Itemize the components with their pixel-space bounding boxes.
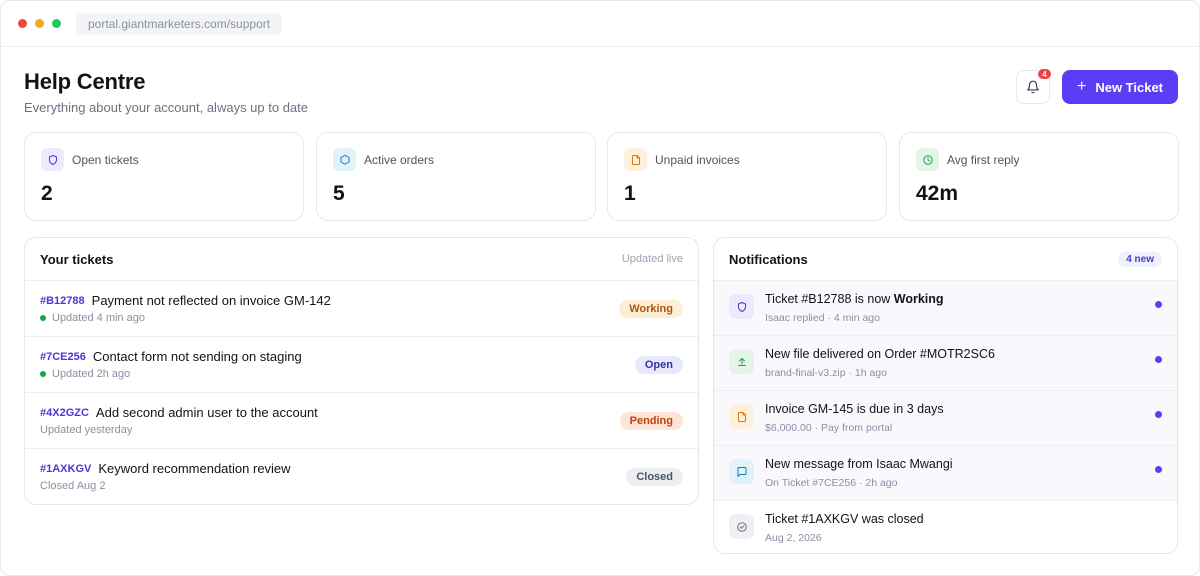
ticket-id[interactable]: #B12788 [40,295,85,307]
ticket-row[interactable]: #4X2GZC Add second admin user to the acco… [25,393,698,449]
ticket-id[interactable]: #1AXKGV [40,463,91,475]
page-header: Help Centre Everything about your accoun… [24,69,308,115]
shield-icon [729,294,754,319]
notification-title-text: Ticket #1AXKGV was closed [765,512,924,526]
notification-title: Ticket #B12788 is now Working [765,292,944,306]
notification-meta: On Ticket #7CE256 · 2h ago [765,477,898,489]
new-ticket-label: New Ticket [1095,79,1164,95]
tickets-live-status: Updated live [621,253,683,265]
new-ticket-button[interactable]: + New Ticket [1062,70,1178,104]
page-title: Help Centre [24,69,146,94]
stat-card: Active orders 5 [316,132,596,221]
box-icon [333,148,356,171]
message-icon [729,459,754,484]
tickets-panel-title: Your tickets [40,251,114,267]
unread-indicator-dot [1155,411,1162,418]
stat-value: 1 [624,182,636,205]
stat-value: 2 [41,182,53,205]
ticket-updated-time: Updated yesterday [40,424,133,436]
plus-icon: + [1076,78,1087,95]
notification-meta: $6,000.00 · Pay from portal [765,422,893,434]
ticket-row[interactable]: #B12788 Payment not reflected on invoice … [25,281,698,337]
address-bar[interactable]: portal.giantmarketers.com/support [76,12,283,35]
notification-item[interactable]: Ticket #1AXKGV was closed Aug 2, 2026 [714,501,1177,553]
ticket-id[interactable]: #7CE256 [40,351,86,363]
stat-card: Unpaid invoices 1 [607,132,887,221]
ticket-row[interactable]: #7CE256 Contact form not sending on stagi… [25,337,698,393]
check-circle-icon [729,514,754,539]
ticket-status-badge: Working [619,300,683,318]
notification-item[interactable]: Invoice GM-145 is due in 3 days $6,000.00… [714,391,1177,446]
unread-indicator-dot [1155,356,1162,363]
notification-count-badge: 4 [1037,68,1052,80]
shield-icon [41,148,64,171]
notification-title-text: New file delivered on Order #MOTR2SC6 [765,347,995,361]
page-subtitle: Everything about your account, always up… [24,100,309,115]
notification-title-text: New message from Isaac Mwangi [765,457,953,471]
tickets-panel-header: Your tickets Updated live [25,238,698,281]
maximize-window-button[interactable] [52,19,61,28]
ticket-updated-time: Closed Aug 2 [40,480,106,492]
browser-titlebar: portal.giantmarketers.com/support [1,1,1199,47]
clock-icon [916,148,939,171]
ticket-id[interactable]: #4X2GZC [40,407,89,419]
ticket-status-badge: Closed [626,468,683,486]
notification-title-text: Ticket #B12788 is now [765,292,894,306]
notification-meta: Isaac replied · 4 min ago [765,312,880,324]
notification-item[interactable]: Ticket #B12788 is now Working Isaac repli… [714,281,1177,336]
stat-label: Open tickets [72,153,139,167]
notification-meta: brand-final-v3.zip · 1h ago [765,367,887,379]
stat-label: Active orders [364,153,435,167]
notification-title: New file delivered on Order #MOTR2SC6 [765,347,995,361]
browser-window: portal.giantmarketers.com/support Help C… [0,0,1200,576]
ticket-updated-time: Updated 2h ago [52,368,131,380]
unread-indicator-dot [1155,301,1162,308]
close-window-button[interactable] [18,19,27,28]
tickets-panel: Your tickets Updated live #B12788 Payment… [24,237,699,505]
notifications-panel-title: Notifications [729,251,808,267]
notifications-panel-header: Notifications 4 new [714,238,1177,281]
stat-value: 42m [916,182,959,205]
ticket-list: #B12788 Payment not reflected on invoice … [25,281,698,504]
notification-title: New message from Isaac Mwangi [765,457,953,471]
notification-title-text: Invoice GM-145 is due in 3 days [765,402,944,416]
document-icon [624,148,647,171]
new-notifications-badge: 4 new [1118,251,1162,267]
ticket-status-badge: Pending [619,412,683,430]
notifications-button[interactable]: 4 [1016,68,1052,104]
notification-title: Ticket #1AXKGV was closed [765,512,924,526]
document-icon [729,404,754,429]
ticket-updated-time: Updated 4 min ago [52,312,145,324]
notification-title: Invoice GM-145 is due in 3 days [765,402,944,416]
ticket-title[interactable]: Keyword recommendation review [98,461,290,476]
unread-indicator-dot [1155,466,1162,473]
stat-value: 5 [333,182,345,205]
bell-icon [1027,80,1039,94]
ticket-title[interactable]: Contact form not sending on staging [93,349,302,364]
ticket-status-badge: Open [634,356,683,374]
notifications-panel: Notifications 4 new Ticket #B12788 is no… [713,237,1178,554]
stat-label: Avg first reply [947,153,1020,167]
stat-card: Open tickets 2 [24,132,304,221]
notification-meta: Aug 2, 2026 [765,532,822,544]
ticket-title[interactable]: Add second admin user to the account [96,405,318,420]
upload-icon [729,349,754,374]
minimize-window-button[interactable] [35,19,44,28]
notification-title-emphasis: Working [893,292,944,306]
notification-item[interactable]: New file delivered on Order #MOTR2SC6 bra… [714,336,1177,391]
notification-list: Ticket #B12788 is now Working Isaac repli… [714,281,1177,553]
live-indicator-dot [40,371,46,377]
notification-item[interactable]: New message from Isaac Mwangi On Ticket #… [714,446,1177,501]
ticket-row[interactable]: #1AXKGV Keyword recommendation review Clos… [25,449,698,504]
live-indicator-dot [40,315,46,321]
ticket-title[interactable]: Payment not reflected on invoice GM-142 [92,293,331,308]
stat-card: Avg first reply 42m [899,132,1179,221]
stat-label: Unpaid invoices [655,153,740,167]
